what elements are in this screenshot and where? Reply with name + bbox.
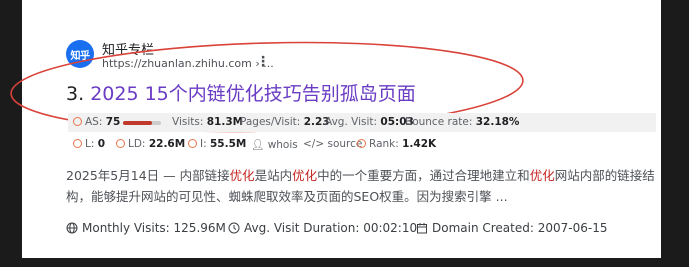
rank-circle-icon (357, 139, 366, 148)
result-title-link[interactable]: 3. 2025 15个内链优化技巧告别孤岛页面 (66, 79, 416, 106)
avg-duration-stat: Avg. Visit Duration: 00:02:10 (228, 221, 417, 235)
as-metric[interactable]: AS: 75 (73, 116, 120, 128)
clock-icon (228, 222, 240, 234)
more-options-icon[interactable]: ⋮ (256, 55, 270, 69)
l-circle-icon (73, 139, 82, 148)
ld-metric[interactable]: LD: 22.6M (116, 138, 185, 150)
bounce-rate-metric: Bounce rate: 32.18% (405, 116, 520, 128)
avg-visit-metric: Avg. Visit: 05:03 (325, 116, 414, 128)
ld-circle-icon (116, 139, 125, 148)
monthly-visits-stat: Monthly Visits: 125.96M (66, 221, 226, 235)
site-name[interactable]: 知乎专栏 (102, 39, 154, 58)
dark-frame-right (661, 0, 689, 267)
visits-metric: Visits: 81.3M (172, 116, 244, 128)
l-metric[interactable]: L: 0 (73, 138, 105, 150)
result-number: 3. (66, 83, 85, 105)
calendar-icon (417, 223, 427, 234)
source-link[interactable]: </> source (303, 138, 362, 150)
person-icon: 👤︎ (251, 139, 265, 151)
result-title-text[interactable]: 2025 15个内链优化技巧告别孤岛页面 (90, 83, 416, 105)
i-circle-icon (188, 139, 197, 148)
i-metric[interactable]: I: 55.5M (188, 138, 246, 150)
site-url[interactable]: https://zhuanlan.zhihu.com › ... (102, 57, 274, 70)
as-circle-icon (73, 117, 82, 126)
dark-frame-left (0, 0, 22, 267)
result-snippet: 2025年5月14日 — 内部链接优化是站内优化中的一个重要方面，通过合理地建立… (66, 168, 655, 204)
dark-frame-bottom (0, 258, 689, 267)
as-progress-bar (123, 121, 161, 125)
whois-link[interactable]: 👤︎ whois (251, 138, 298, 151)
globe-icon (66, 222, 78, 234)
code-icon: </> (303, 138, 325, 150)
pages-per-visit-metric: Pages/Visit: 2.23 (240, 116, 330, 128)
as-progress-fill (123, 121, 152, 125)
domain-created-stat: Domain Created: 2007-06-15 (416, 221, 607, 235)
site-logo[interactable]: 知乎 (66, 40, 94, 68)
rank-metric[interactable]: Rank: 1.42K (357, 138, 436, 150)
